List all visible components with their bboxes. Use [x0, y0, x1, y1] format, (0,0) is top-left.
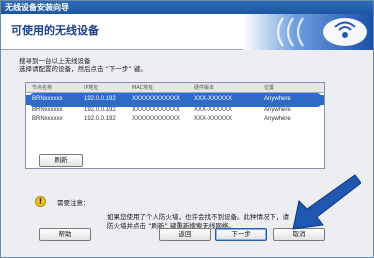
cell-mac: XXXXXXXXXXXX: [132, 107, 181, 113]
warning-icon: !: [35, 196, 46, 207]
cell-node-name: BRNxxxxxx: [32, 107, 63, 113]
next-button[interactable]: 下一步: [215, 228, 267, 241]
help-button[interactable]: 帮助: [39, 228, 91, 241]
table-header: 节点名称 IP地址 MAC地址 硬件版本 位置: [26, 83, 324, 93]
cell-ip: 192.0.0.192: [84, 107, 116, 113]
cell-mac: XXXXXXXXXXXX: [132, 116, 181, 122]
column-header-ip[interactable]: IP地址: [84, 84, 99, 91]
column-header-location[interactable]: 位置: [264, 84, 274, 91]
notice-line-1: 如果您使用了个人防火墙，也许会找不到设备。此种情况下，请: [107, 213, 289, 221]
cell-location: Anywhere: [264, 107, 291, 113]
wizard-window: 无线设备安装向导 可使用的无线设备 搜寻到一台以上无线设备 选择请配置的设备，然…: [0, 0, 374, 258]
column-header-hw-version[interactable]: 硬件版本: [194, 84, 214, 91]
page-title: 可使用的无线设备: [11, 24, 99, 37]
cell-location: Anywhere: [264, 116, 291, 122]
window-title: 无线设备安装向导: [5, 3, 69, 12]
instruction-line-1: 搜寻到一台以上无线设备: [19, 57, 91, 65]
cell-hw-version: XXX-XXXXXX: [194, 116, 233, 122]
notice-title: 需要注意：: [57, 199, 90, 207]
pointer-arrow-icon: [292, 174, 361, 230]
title-bar: 无线设备安装向导: [1, 1, 373, 14]
cell-ip: 192.0.0.192: [84, 116, 116, 122]
table-row[interactable]: BRNxxxxxx 192.0.0.192 XXXXXXXXXXXX XXX-X…: [26, 115, 324, 125]
column-header-node-name[interactable]: 节点名称: [32, 84, 52, 91]
back-button[interactable]: 返回: [159, 228, 211, 241]
refresh-button[interactable]: 刷新: [39, 154, 83, 167]
wifi-signal-icon: [243, 14, 373, 50]
instructions: 搜寻到一台以上无线设备 选择请配置的设备，然后点击 “下一步” 键。: [19, 57, 147, 73]
column-header-mac[interactable]: MAC地址: [132, 84, 153, 91]
banner: 可使用的无线设备: [1, 14, 373, 50]
cell-node-name: BRNxxxxxx: [32, 116, 63, 122]
selection-highlight: [29, 93, 322, 107]
cell-hw-version: XXX-XXXXXX: [194, 107, 233, 113]
instruction-line-2: 选择请配置的设备，然后点击 “下一步” 键。: [19, 65, 147, 73]
